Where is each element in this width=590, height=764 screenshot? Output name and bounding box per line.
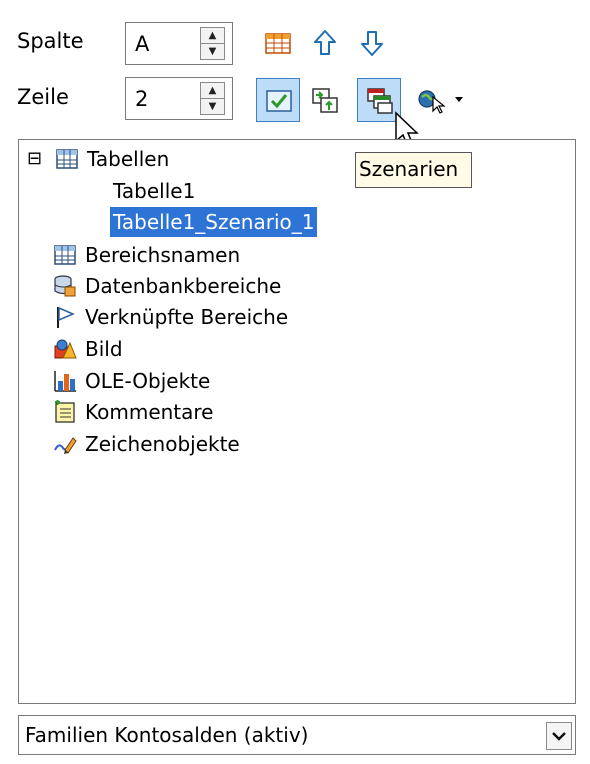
spin-down-icon[interactable]: ▼ xyxy=(201,99,224,114)
navigator-panel: Spalte A ▲ ▼ Zeile 2 ▲ ▼ ⊟ Tabellen Tabe… xyxy=(0,0,590,764)
tree-label: Verknüpfte Bereiche xyxy=(85,305,289,329)
arrow-down-icon xyxy=(361,31,383,56)
chart-icon xyxy=(54,371,76,392)
tree-label: Zeichenobjekte xyxy=(85,432,240,456)
drag-mode-icon xyxy=(418,90,463,114)
sheet-label-selected: Tabelle1_Szenario_1 xyxy=(110,207,318,237)
tree-label-tabellen: Tabellen xyxy=(87,147,170,171)
collapse-icon[interactable]: ⊟ xyxy=(27,144,42,174)
tree-label: Bild xyxy=(85,337,123,361)
start-button[interactable] xyxy=(303,21,347,65)
tree-label: Kommentare xyxy=(85,400,214,424)
tree-label: Datenbankbereiche xyxy=(85,274,282,298)
toggle-icon xyxy=(312,88,338,113)
comment-icon xyxy=(55,400,75,423)
drawing-icon xyxy=(54,437,77,454)
end-button[interactable] xyxy=(350,21,394,65)
image-icon xyxy=(54,339,77,359)
scenarios-icon xyxy=(367,88,393,114)
row-spin-buttons[interactable]: ▲ ▼ xyxy=(200,82,225,115)
spin-down-icon[interactable]: ▼ xyxy=(201,44,224,59)
navigator-tree[interactable]: ⊟ Tabellen Tabelle1 Tabelle1_Szenario_1 … xyxy=(18,139,576,704)
sheet-label: Tabelle1 xyxy=(113,179,196,203)
row-label: Zeile xyxy=(17,85,69,109)
column-label: Spalte xyxy=(17,29,84,53)
spin-up-icon[interactable]: ▲ xyxy=(201,28,224,44)
dropdown-button[interactable] xyxy=(546,722,572,750)
column-spin-buttons[interactable]: ▲ ▼ xyxy=(200,27,225,60)
tree-label: Bereichsnamen xyxy=(85,243,241,267)
data-range-button[interactable] xyxy=(256,21,300,65)
data-range-icon xyxy=(265,33,291,54)
flag-icon xyxy=(57,306,75,328)
document-select-value: Familien Kontosalden (aktiv) xyxy=(25,723,309,747)
spin-up-icon[interactable]: ▲ xyxy=(201,83,224,99)
database-icon xyxy=(54,275,76,297)
row-value[interactable]: 2 xyxy=(135,87,148,111)
column-value[interactable]: A xyxy=(135,32,149,56)
scenarios-tooltip: Szenarien xyxy=(355,152,472,188)
range-names-icon xyxy=(54,245,76,265)
tree-label: OLE-Objekte xyxy=(85,369,211,393)
column-spinbox[interactable]: A ▲ ▼ xyxy=(125,22,233,65)
arrow-up-icon xyxy=(314,30,336,55)
content-toggle-button[interactable] xyxy=(256,78,300,122)
content-check-icon xyxy=(266,90,292,112)
chevron-down-icon xyxy=(552,732,566,741)
toggle-button[interactable] xyxy=(303,78,347,122)
document-select[interactable]: Familien Kontosalden (aktiv) xyxy=(18,715,576,755)
row-spinbox[interactable]: 2 ▲ ▼ xyxy=(125,77,233,120)
sheet-table-icon xyxy=(56,149,78,169)
